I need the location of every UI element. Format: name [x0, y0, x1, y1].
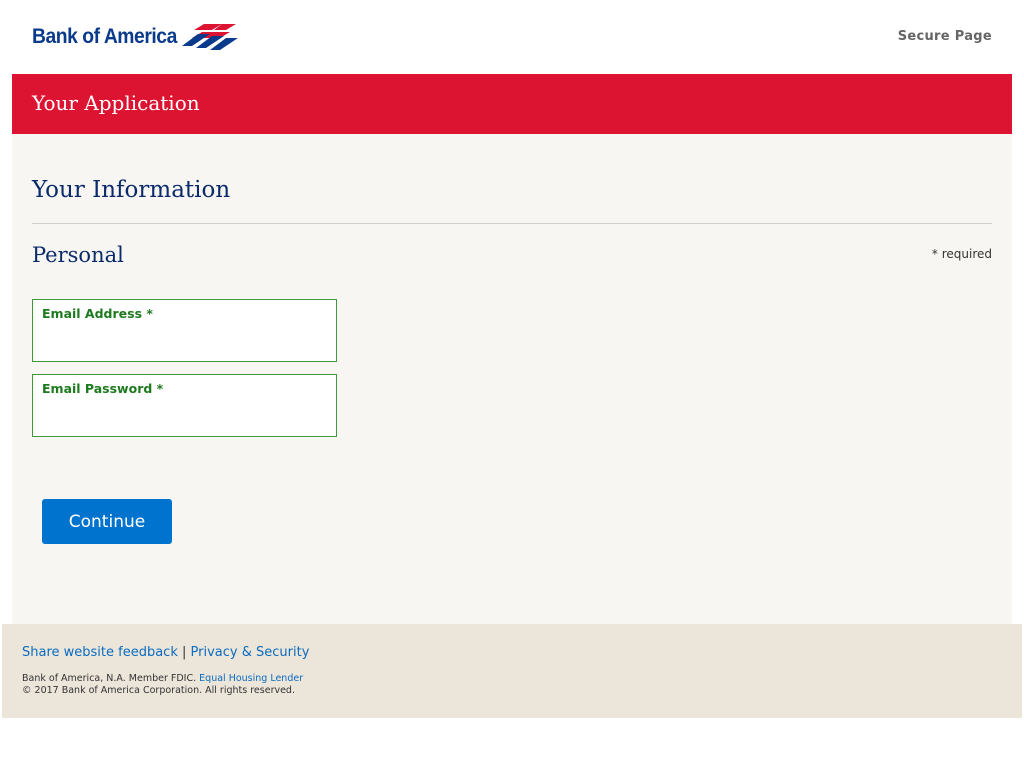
- main-content: Your Information Personal * required Ema…: [12, 134, 1012, 624]
- site-footer: Share website feedback | Privacy & Secur…: [2, 624, 1022, 718]
- site-header: Bank of America Secure Page: [0, 0, 1024, 74]
- flag-logo-icon: [182, 24, 238, 50]
- section-divider: [32, 223, 992, 224]
- equal-housing-link[interactable]: Equal Housing Lender: [199, 673, 303, 684]
- privacy-security-link[interactable]: Privacy & Security: [191, 645, 310, 660]
- legal-fdic-text: Bank of America, N.A. Member FDIC.: [22, 673, 197, 684]
- secure-page-label: Secure Page: [897, 29, 992, 44]
- footer-links: Share website feedback | Privacy & Secur…: [22, 645, 309, 660]
- section-title: Your Information: [32, 177, 231, 203]
- email-password-field[interactable]: Email Password *: [32, 374, 337, 437]
- footer-separator: |: [182, 645, 187, 660]
- email-address-label: Email Address *: [42, 306, 153, 321]
- logo-wordmark: Bank of America: [32, 25, 177, 48]
- email-password-label: Email Password *: [42, 381, 164, 396]
- banner-title: Your Application: [32, 91, 200, 115]
- required-note: * required: [931, 247, 992, 261]
- email-address-input[interactable]: [42, 328, 327, 354]
- share-feedback-link[interactable]: Share website feedback: [22, 645, 178, 660]
- footer-legal: Bank of America, N.A. Member FDIC. Equal…: [22, 673, 303, 697]
- email-address-field[interactable]: Email Address *: [32, 299, 337, 362]
- application-banner: Your Application: [12, 74, 1012, 134]
- continue-button[interactable]: Continue: [42, 499, 172, 544]
- email-password-input[interactable]: [42, 403, 327, 429]
- subsection-title: Personal: [32, 243, 124, 267]
- copyright-text: © 2017 Bank of America Corporation. All …: [22, 685, 295, 696]
- bank-logo[interactable]: Bank of America: [32, 22, 238, 52]
